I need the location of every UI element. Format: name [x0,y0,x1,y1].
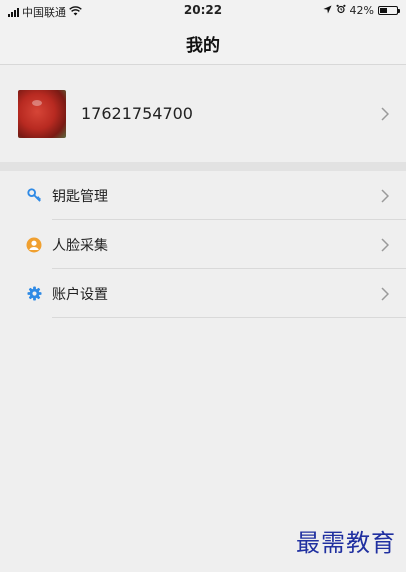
battery-percent: 42% [349,4,374,17]
chevron-right-icon [378,188,392,203]
profile-row[interactable]: 17621754700 [0,65,406,162]
navigation-bar: 我的 [0,22,406,65]
status-bar: 中国联通 20:22 42% [0,0,406,22]
key-icon [26,188,42,204]
row-divider [52,317,406,318]
avatar[interactable] [18,89,66,138]
chevron-right-icon [378,237,392,252]
phone-number: 17621754700 [81,104,193,123]
page-title: 我的 [186,35,220,56]
settings-menu: 钥匙管理 人脸采集 账户设置 [0,171,406,318]
menu-item-label: 账户设置 [52,286,108,303]
section-divider [0,162,406,171]
menu-item-label: 人脸采集 [52,237,108,254]
gear-icon [26,286,42,302]
chevron-right-icon [378,106,392,121]
menu-item-account-settings[interactable]: 账户设置 [0,269,406,318]
face-user-icon [26,237,42,253]
location-arrow-icon [322,4,332,17]
menu-item-label: 钥匙管理 [52,188,108,205]
status-right: 42% [322,4,400,17]
menu-item-key-management[interactable]: 钥匙管理 [0,171,406,220]
alarm-clock-icon [336,4,346,17]
watermark-text: 最需教育 [296,529,396,557]
chevron-right-icon [378,286,392,301]
menu-item-face-capture[interactable]: 人脸采集 [0,220,406,269]
battery-icon [378,6,400,15]
